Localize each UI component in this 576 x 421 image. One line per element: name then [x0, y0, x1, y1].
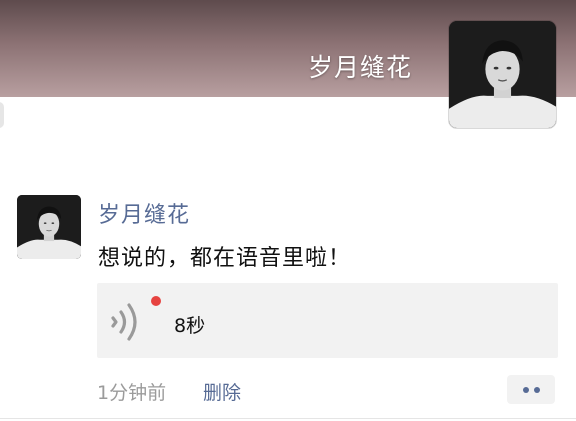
post-text: 想说的，都在语音里啦！: [98, 246, 352, 271]
cover-username: 岁月缝花: [307, 53, 412, 82]
more-dots-icon: [523, 387, 529, 393]
divider: [0, 418, 576, 419]
avatar-photo-icon: [449, 21, 556, 128]
unread-dot: [151, 296, 161, 306]
more-dots-icon: [534, 387, 540, 393]
avatar-photo-icon: [17, 195, 81, 259]
post-timestamp: 1分钟前: [97, 382, 167, 404]
cover-avatar[interactable]: [449, 21, 556, 128]
delete-link[interactable]: 删除: [203, 378, 241, 405]
voice-message-card[interactable]: [97, 283, 558, 358]
voice-waves-icon: [111, 303, 137, 341]
more-button[interactable]: [507, 375, 555, 404]
post-avatar[interactable]: [17, 195, 81, 259]
voice-duration: 8秒: [174, 315, 206, 337]
left-edge-indicator: [0, 102, 4, 128]
post-author-name[interactable]: 岁月缝花: [98, 197, 190, 229]
